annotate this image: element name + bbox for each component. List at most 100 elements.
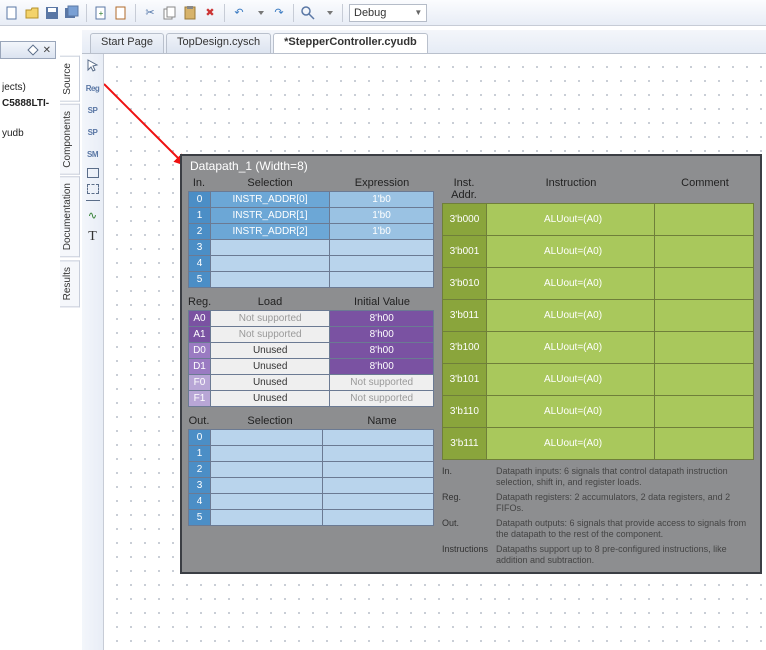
open-icon[interactable] (24, 5, 40, 21)
out-head-name: Name (330, 415, 434, 427)
delete-icon[interactable]: ✖ (202, 5, 218, 21)
table-row: F0UnusedNot supported (189, 375, 434, 391)
reg-tool-icon[interactable]: Reg (85, 80, 101, 96)
in-head-sel: Selection (210, 177, 330, 189)
pin-icon[interactable] (27, 44, 38, 55)
text-tool-icon[interactable]: T (85, 229, 101, 245)
table-row: 2INSTR_ADDR[2]1'b0 (189, 224, 434, 240)
undo-icon[interactable]: ↶ (231, 5, 247, 21)
table-row: A0Not supported8'h00 (189, 311, 434, 327)
table-row: A1Not supported8'h00 (189, 327, 434, 343)
reg-section: Reg.LoadInitial Value A0Not supported8'h… (188, 296, 434, 407)
table-row: 2 (189, 462, 434, 478)
table-row: 3 (189, 478, 434, 494)
find-icon[interactable] (300, 5, 316, 21)
sp2-tool-icon[interactable]: SP (85, 124, 101, 140)
new-icon[interactable] (4, 5, 20, 21)
table-row: F1UnusedNot supported (189, 391, 434, 407)
desc-ins-k: Instructions (442, 544, 496, 566)
document-tabs: Start Page TopDesign.cysch *StepperContr… (82, 30, 766, 54)
inst-head-addr: Inst. Addr. (442, 177, 486, 201)
in-section: In.SelectionExpression 0INSTR_ADDR[0]1'b… (188, 177, 434, 288)
table-row: 5 (189, 510, 434, 526)
sm-tool-icon[interactable]: SM (85, 146, 101, 162)
undo-dd-icon[interactable] (251, 5, 267, 21)
design-canvas[interactable]: Datapath_1 (Width=8) In.SelectionExpress… (104, 54, 766, 650)
desc-reg-k: Reg. (442, 492, 496, 514)
table-row: 3 (189, 240, 434, 256)
desc-in-v: Datapath inputs: 6 signals that control … (496, 466, 750, 488)
project-tree-fragment: jects) C5888LTI- yudb (2, 80, 56, 142)
copy-icon[interactable] (162, 5, 178, 21)
table-row: 1 (189, 446, 434, 462)
main-toolbar: + ✂ ✖ ↶ ↷ Debug ▼ (0, 0, 766, 26)
out-head-sel: Selection (210, 415, 330, 427)
desc-in-k: In. (442, 466, 496, 488)
proj-line: C5888LTI- (2, 96, 56, 112)
side-tab-source[interactable]: Source (60, 56, 80, 102)
config-dropdown[interactable]: Debug ▼ (349, 4, 427, 22)
table-row: 3'b001ALUout=(A0) (443, 236, 754, 268)
side-tab-documentation[interactable]: Documentation (60, 176, 80, 257)
side-tab-results[interactable]: Results (60, 260, 80, 307)
table-row: 4 (189, 256, 434, 272)
line-tool-icon[interactable] (86, 200, 100, 201)
in-table: 0INSTR_ADDR[0]1'b0 1INSTR_ADDR[1]1'b0 2I… (188, 191, 434, 288)
sp-tool-icon[interactable]: SP (85, 102, 101, 118)
side-tab-components[interactable]: Components (60, 104, 80, 175)
out-head-idx: Out. (188, 415, 210, 427)
table-row: 1INSTR_ADDR[1]1'b0 (189, 208, 434, 224)
proj-line: jects) (2, 80, 56, 96)
chevron-down-icon: ▼ (414, 8, 422, 17)
wire-tool-icon[interactable]: ∿ (85, 207, 101, 223)
reg-head-init: Initial Value (330, 296, 434, 308)
save-all-icon[interactable] (64, 5, 80, 21)
table-row: 3'b110ALUout=(A0) (443, 396, 754, 428)
table-row: 0INSTR_ADDR[0]1'b0 (189, 192, 434, 208)
tab-topdesign[interactable]: TopDesign.cysch (166, 33, 271, 53)
table-row: D1Unused8'h00 (189, 359, 434, 375)
datapath-block[interactable]: Datapath_1 (Width=8) In.SelectionExpress… (180, 154, 762, 574)
svg-text:+: + (99, 9, 104, 18)
table-row: 3'b111ALUout=(A0) (443, 428, 754, 460)
cut-icon[interactable]: ✂ (142, 5, 158, 21)
pane-header: ✕ (0, 41, 56, 59)
table-row: 5 (189, 272, 434, 288)
rect-tool-icon[interactable] (87, 168, 99, 178)
in-head-idx: In. (188, 177, 210, 189)
redo-icon[interactable]: ↷ (271, 5, 287, 21)
datapath-title: Datapath_1 (Width=8) (182, 156, 760, 177)
table-row: 0 (189, 430, 434, 446)
inst-head-ins: Instruction (486, 177, 656, 201)
descriptions: In.Datapath inputs: 6 signals that contr… (442, 466, 754, 566)
out-section: Out.SelectionName 0 1 2 3 4 5 (188, 415, 434, 526)
desc-out-k: Out. (442, 518, 496, 540)
desc-out-v: Datapath outputs: 6 signals that provide… (496, 518, 750, 540)
inst-head-cmt: Comment (656, 177, 754, 201)
config-dropdown-label: Debug (354, 7, 386, 19)
reg-table: A0Not supported8'h00 A1Not supported8'h0… (188, 310, 434, 407)
pointer-icon[interactable] (85, 58, 101, 74)
reg-head-load: Load (210, 296, 330, 308)
doc-icon[interactable] (113, 5, 129, 21)
table-row: 3'b100ALUout=(A0) (443, 332, 754, 364)
editor-area: Start Page TopDesign.cysch *StepperContr… (82, 30, 766, 650)
pane-close-icon[interactable]: ✕ (43, 45, 51, 56)
find-dd-icon[interactable] (320, 5, 336, 21)
add-icon[interactable]: + (93, 5, 109, 21)
desc-ins-v: Datapaths support up to 8 pre-configured… (496, 544, 750, 566)
desc-reg-v: Datapath registers: 2 accumulators, 2 da… (496, 492, 750, 514)
save-icon[interactable] (44, 5, 60, 21)
out-table: 0 1 2 3 4 5 (188, 429, 434, 526)
table-row: D0Unused8'h00 (189, 343, 434, 359)
proj-line: yudb (2, 126, 56, 142)
paste-icon[interactable] (182, 5, 198, 21)
tab-steppercontroller[interactable]: *StepperController.cyudb (273, 33, 428, 53)
table-row: 3'b101ALUout=(A0) (443, 364, 754, 396)
in-head-exp: Expression (330, 177, 434, 189)
rect2-tool-icon[interactable] (87, 184, 99, 194)
table-row: 3'b000ALUout=(A0) (443, 204, 754, 236)
tab-start-page[interactable]: Start Page (90, 33, 164, 53)
side-tabs: Source Components Documentation Results (60, 56, 80, 616)
table-row: 3'b011ALUout=(A0) (443, 300, 754, 332)
